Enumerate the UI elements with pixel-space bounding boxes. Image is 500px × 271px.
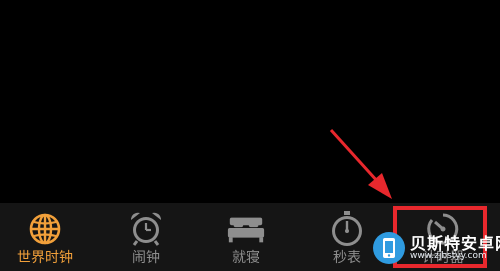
watermark-logo-icon bbox=[372, 231, 406, 265]
alarm-clock-icon bbox=[126, 210, 166, 248]
tab-stopwatch-label: 秒表 bbox=[333, 250, 361, 266]
watermark-url: www.zjbstyy.com bbox=[410, 251, 487, 261]
tab-world-clock[interactable]: 世界时钟 bbox=[0, 203, 90, 271]
tab-world-clock-label: 世界时钟 bbox=[17, 250, 73, 266]
watermark: 贝斯特安卓网 www.zjbstyy.com bbox=[368, 229, 500, 269]
bed-icon bbox=[226, 210, 266, 248]
tab-bedtime-label: 就寝 bbox=[232, 250, 260, 266]
tab-bedtime[interactable]: 就寝 bbox=[201, 203, 291, 271]
stopwatch-icon bbox=[327, 210, 367, 248]
clock-app-screen: 世界时钟 闹钟 就寝 秒表 计时器 贝斯特安卓 www.zjbstyy.com bbox=[0, 0, 500, 271]
tab-alarm[interactable]: 闹钟 bbox=[101, 203, 191, 271]
globe-icon bbox=[25, 210, 65, 248]
tab-alarm-label: 闹钟 bbox=[132, 250, 160, 266]
